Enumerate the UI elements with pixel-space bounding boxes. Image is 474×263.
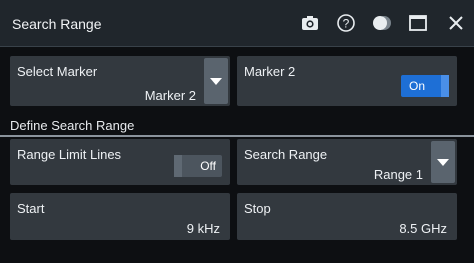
start-field[interactable]: Start 9 kHz — [10, 193, 230, 240]
stop-field[interactable]: Stop 8.5 GHz — [237, 193, 457, 240]
help-icon[interactable]: ? — [336, 13, 356, 33]
start-value: 9 kHz — [186, 221, 220, 236]
range-limit-lines-label: Range Limit Lines — [17, 147, 122, 162]
search-range-label: Search Range — [244, 147, 328, 162]
range-limit-lines-switch[interactable]: Off — [174, 155, 222, 177]
select-marker-field[interactable]: Select Marker Marker 2 — [10, 56, 230, 106]
dialog-body: Select Marker Marker 2 Marker 2 On Defin… — [0, 47, 474, 263]
range-limit-lines-field: Range Limit Lines Off — [10, 139, 230, 185]
search-range-field[interactable]: Search Range Range 1 — [237, 139, 457, 185]
title-bar: Search Range ? — [0, 0, 474, 47]
toggle-knob — [174, 155, 182, 177]
select-marker-dropdown-button[interactable] — [204, 58, 228, 104]
close-icon[interactable] — [446, 13, 466, 33]
theme-toggle-icon[interactable] — [372, 13, 392, 33]
marker-toggle-state: On — [409, 79, 426, 93]
stop-value: 8.5 GHz — [399, 221, 447, 236]
range-limit-lines-state: Off — [200, 159, 216, 173]
search-range-dropdown-button[interactable] — [431, 141, 455, 183]
dialog-title: Search Range — [12, 16, 102, 32]
marker-toggle-field: Marker 2 On — [237, 56, 457, 106]
search-range-value: Range 1 — [373, 167, 423, 182]
maximize-icon[interactable] — [408, 13, 428, 33]
stop-label: Stop — [244, 201, 271, 216]
section-title: Define Search Range — [10, 118, 135, 133]
select-marker-label: Select Marker — [17, 64, 98, 79]
select-marker-value: Marker 2 — [144, 88, 196, 103]
camera-icon[interactable] — [300, 13, 320, 33]
section-divider — [0, 135, 474, 137]
start-label: Start — [17, 201, 45, 216]
marker-toggle-label: Marker 2 — [244, 64, 296, 79]
svg-text:?: ? — [343, 17, 350, 31]
marker-toggle-switch[interactable]: On — [401, 75, 449, 97]
toggle-knob — [441, 75, 449, 97]
search-range-dialog: Search Range ? Select Marker Marker 2 Ma… — [0, 0, 474, 263]
